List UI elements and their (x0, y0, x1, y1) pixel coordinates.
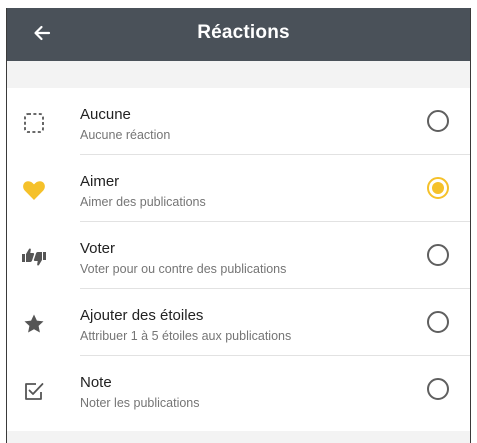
star-icon (21, 311, 47, 337)
heart-icon (21, 177, 47, 203)
option-label: Aucune (80, 106, 131, 123)
radio-aimer[interactable] (427, 177, 449, 199)
footer-strip (7, 431, 470, 443)
option-sublabel: Attribuer 1 à 5 étoiles aux publications (80, 329, 292, 343)
option-label: Ajouter des étoiles (80, 307, 204, 324)
option-sublabel: Voter pour ou contre des publications (80, 262, 287, 276)
radio-etoiles[interactable] (427, 311, 449, 333)
radio-voter[interactable] (427, 244, 449, 266)
radio-note[interactable] (427, 378, 449, 400)
checkbox-icon (21, 378, 47, 404)
option-sublabel: Aimer des publications (80, 195, 206, 209)
reactions-screen: Réactions Aucune Aucune réaction Aimer A… (6, 8, 471, 443)
option-sublabel: Noter les publications (80, 396, 200, 410)
app-bar: Réactions (7, 8, 470, 61)
option-voter[interactable]: Voter Voter pour ou contre des publicati… (7, 222, 470, 289)
page-title: Réactions (197, 22, 290, 43)
option-aimer[interactable]: Aimer Aimer des publications (7, 155, 470, 222)
section-spacer (7, 61, 470, 88)
dashed-square-icon (21, 110, 47, 136)
option-label: Voter (80, 240, 116, 257)
option-etoiles[interactable]: Ajouter des étoiles Attribuer 1 à 5 étoi… (7, 289, 470, 356)
option-sublabel: Aucune réaction (80, 128, 171, 142)
radio-aucune[interactable] (427, 110, 449, 132)
option-aucune[interactable]: Aucune Aucune réaction (7, 88, 470, 155)
thumbs-up-down-icon (21, 244, 47, 270)
option-label: Note (80, 374, 112, 391)
option-label: Aimer (80, 173, 120, 190)
reaction-options-list: Aucune Aucune réaction Aimer Aimer des p… (7, 88, 470, 423)
option-note[interactable]: Note Noter les publications (7, 356, 470, 423)
